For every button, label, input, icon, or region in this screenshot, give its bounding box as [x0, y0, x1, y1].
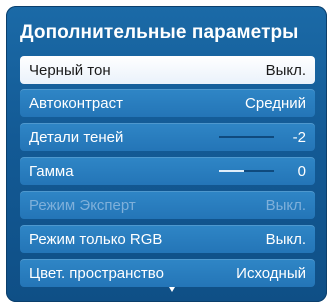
menu-item-label: Автоконтраст: [29, 95, 123, 112]
menu-item-value: Выкл.: [265, 62, 306, 79]
menu-item-label: Режим Эксперт: [29, 197, 136, 214]
panel-title: Дополнительные параметры: [20, 22, 299, 43]
menu-item-label: Гамма: [29, 163, 74, 180]
menu-item-color-space[interactable]: Цвет. пространство Исходный: [20, 259, 315, 287]
menu-item-value: Выкл.: [265, 231, 306, 248]
menu-item-label: Цвет. пространство: [29, 265, 164, 282]
menu-item-expert-mode: Режим Эксперт Выкл.: [20, 191, 315, 219]
menu-item-gamma[interactable]: Гамма 0: [20, 157, 315, 185]
menu-item-black-tone[interactable]: Черный тон Выкл.: [20, 56, 315, 84]
advanced-settings-panel: Дополнительные параметры Черный тон Выкл…: [6, 6, 327, 302]
menu-item-value: 0: [297, 163, 306, 180]
menu-item-shadow-detail[interactable]: Детали теней -2: [20, 123, 315, 151]
shadow-detail-slider[interactable]: [219, 136, 274, 138]
slider-fill: [219, 170, 244, 172]
scroll-down-arrow-icon[interactable]: [169, 287, 175, 292]
menu-item-label: Черный тон: [29, 62, 111, 79]
menu-item-rgb-only-mode[interactable]: Режим только RGB Выкл.: [20, 225, 315, 253]
gamma-slider[interactable]: [219, 170, 274, 172]
menu-item-value: Средний: [245, 95, 306, 112]
menu-item-label: Детали теней: [29, 129, 124, 146]
menu-item-label: Режим только RGB: [29, 231, 163, 248]
menu-item-value: Выкл.: [265, 197, 306, 214]
menu-item-value: -2: [292, 129, 306, 146]
menu-item-value: Исходный: [236, 265, 306, 282]
menu-item-auto-contrast[interactable]: Автоконтраст Средний: [20, 89, 315, 117]
